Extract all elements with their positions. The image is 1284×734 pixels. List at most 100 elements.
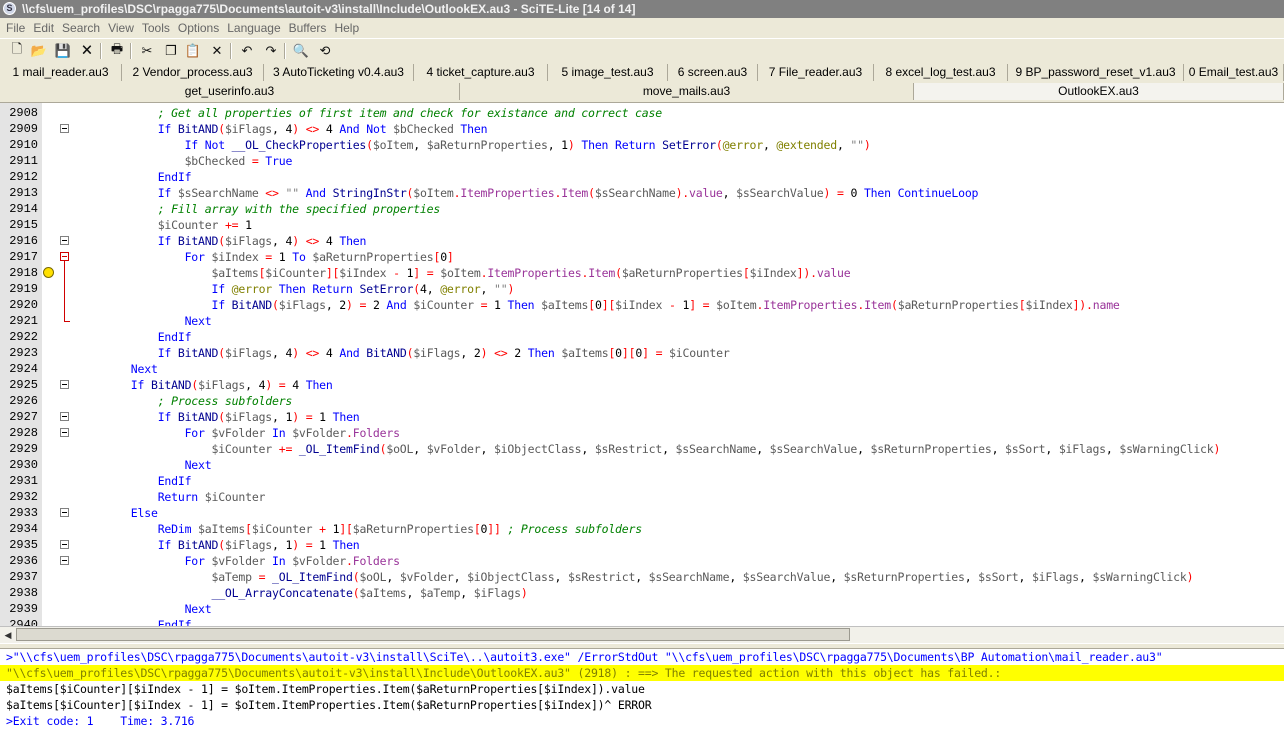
code-line[interactable]: 2920 If BitAND($iFlags, 2) = 2 And $iCou… xyxy=(0,297,1284,313)
new-file-icon[interactable]: 🗋 xyxy=(8,41,26,60)
line-number: 2919 xyxy=(9,282,38,296)
code-line[interactable]: 2924 Next xyxy=(0,361,1284,377)
print-icon[interactable]: 🖶 xyxy=(108,41,126,60)
code-line[interactable]: 2925 If BitAND($iFlags, 4) = 4 Then xyxy=(0,377,1284,393)
code-line[interactable]: 2921 Next xyxy=(0,313,1284,329)
copy-icon[interactable]: ❐ xyxy=(162,42,180,60)
code-line[interactable]: 2922 EndIf xyxy=(0,329,1284,345)
tab-7-file-reader-au3[interactable]: 7 File_reader.au3 xyxy=(758,64,874,81)
menu-edit[interactable]: Edit xyxy=(29,18,58,38)
code-line[interactable]: 2927 If BitAND($iFlags, 1) = 1 Then xyxy=(0,409,1284,425)
menu-file[interactable]: File xyxy=(0,18,29,38)
tab-5-image-test-au3[interactable]: 5 image_test.au3 xyxy=(548,64,668,81)
cut-icon[interactable]: ✂ xyxy=(138,42,156,60)
line-number: 2929 xyxy=(9,442,38,456)
error-marker-icon xyxy=(43,267,54,278)
code-editor[interactable]: 2908 ; Get all properties of first item … xyxy=(0,102,1284,627)
tab-1-mail-reader-au3[interactable]: 1 mail_reader.au3 xyxy=(0,64,122,81)
menu-buffers[interactable]: Buffers xyxy=(285,18,331,38)
code-line[interactable]: 2919 If @error Then Return SetError(4, @… xyxy=(0,281,1284,297)
fold-toggle-icon[interactable] xyxy=(60,540,69,549)
code-line[interactable]: 2935 If BitAND($iFlags, 1) = 1 Then xyxy=(0,537,1284,553)
code-line[interactable]: 2926 ; Process subfolders xyxy=(0,393,1284,409)
output-error-line: "\\cfs\uem_profiles\DSC\rpagga775\Docume… xyxy=(0,665,1284,681)
tab-row-2: get_userinfo.au3 move_mails.au3 OutlookEX.… xyxy=(0,83,1284,101)
delete-icon[interactable]: ✕ xyxy=(208,42,226,60)
fold-toggle-icon[interactable] xyxy=(60,236,69,245)
find-icon[interactable]: 🔍 xyxy=(292,42,310,60)
fold-toggle-icon[interactable] xyxy=(60,252,69,261)
code-line[interactable]: 2918 $aItems[$iCounter][$iIndex - 1] = $… xyxy=(0,265,1284,281)
code-line[interactable]: 2915 $iCounter += 1 xyxy=(0,217,1284,233)
code-text: If BitAND($iFlags, 1) = 1 Then xyxy=(157,538,360,552)
code-line[interactable]: 2936 For $vFolder In $vFolder.Folders xyxy=(0,553,1284,569)
code-line[interactable]: 2929 $iCounter += _OL_ItemFind($oOL, $vF… xyxy=(0,441,1284,457)
menu-view[interactable]: View xyxy=(104,18,138,38)
tab-3-autoticketing-v0-4-au3[interactable]: 3 AutoTicketing v0.4.au3 xyxy=(264,64,414,81)
line-number: 2908 xyxy=(9,106,38,120)
code-text: Next xyxy=(184,602,212,616)
code-line[interactable]: 2913 If $sSearchName <> "" And StringInS… xyxy=(0,185,1284,201)
code-line[interactable]: 2934 ReDim $aItems[$iCounter + 1][$aRetu… xyxy=(0,521,1284,537)
tab-4-ticket-capture-au3[interactable]: 4 ticket_capture.au3 xyxy=(414,64,548,81)
code-line[interactable]: 2933 Else xyxy=(0,505,1284,521)
paste-icon[interactable]: 📋 xyxy=(184,42,202,60)
fold-toggle-icon[interactable] xyxy=(60,412,69,421)
line-number: 2925 xyxy=(9,378,38,392)
menu-tools[interactable]: Tools xyxy=(138,18,174,38)
code-line[interactable]: 2931 EndIf xyxy=(0,473,1284,489)
output-pane[interactable]: >"\\cfs\uem_profiles\DSC\rpagga775\Docum… xyxy=(0,649,1284,734)
code-line[interactable]: 2916 If BitAND($iFlags, 4) <> 4 Then xyxy=(0,233,1284,249)
code-line[interactable]: 2909 If BitAND($iFlags, 4) <> 4 And Not … xyxy=(0,121,1284,137)
code-line[interactable]: 2939 Next xyxy=(0,601,1284,617)
code-line[interactable]: 2930 Next xyxy=(0,457,1284,473)
tab-6-screen-au3[interactable]: 6 screen.au3 xyxy=(668,64,758,81)
code-line[interactable]: 2923 If BitAND($iFlags, 4) <> 4 And BitA… xyxy=(0,345,1284,361)
fold-toggle-icon[interactable] xyxy=(60,380,69,389)
horizontal-scrollbar[interactable]: ◀ xyxy=(0,626,1284,643)
code-line[interactable]: 2912 EndIf xyxy=(0,169,1284,185)
replace-icon[interactable]: ⟲ xyxy=(316,42,334,60)
line-number: 2926 xyxy=(9,394,38,408)
undo-icon[interactable]: ↶ xyxy=(238,42,256,60)
code-line[interactable]: 2932 Return $iCounter xyxy=(0,489,1284,505)
tab-outlookex-au3[interactable]: OutlookEX.au3 xyxy=(914,83,1284,100)
code-line[interactable]: 2914 ; Fill array with the specified pro… xyxy=(0,201,1284,217)
tab-9-bp-password-reset-v1-au3[interactable]: 9 BP_password_reset_v1.au3 xyxy=(1008,64,1184,81)
menu-search[interactable]: Search xyxy=(58,18,104,38)
code-line[interactable]: 2938 __OL_ArrayConcatenate($aItems, $aTe… xyxy=(0,585,1284,601)
tab-get-userinfo-au3[interactable]: get_userinfo.au3 xyxy=(0,83,460,100)
menu-bar: File Edit Search View Tools Options Language Bu… xyxy=(0,18,1284,38)
code-line[interactable]: 2917 For $iIndex = 1 To $aReturnProperti… xyxy=(0,249,1284,265)
code-line[interactable]: 2908 ; Get all properties of first item … xyxy=(0,105,1284,121)
open-folder-icon[interactable]: 📂 xyxy=(30,42,48,60)
output-line: >"\\cfs\uem_profiles\DSC\rpagga775\Docum… xyxy=(6,650,1163,664)
menu-options[interactable]: Options xyxy=(174,18,223,38)
fold-toggle-icon[interactable] xyxy=(60,124,69,133)
line-number: 2920 xyxy=(9,298,38,312)
tab-move-mails-au3[interactable]: move_mails.au3 xyxy=(460,83,914,100)
tab-2-vendor-process-au3[interactable]: 2 Vendor_process.au3 xyxy=(122,64,264,81)
scroll-left-icon[interactable]: ◀ xyxy=(2,629,14,641)
line-number: 2935 xyxy=(9,538,38,552)
save-icon[interactable]: 💾 xyxy=(54,42,72,60)
code-line[interactable]: 2928 For $vFolder In $vFolder.Folders xyxy=(0,425,1284,441)
tab-0-email-test-au3[interactable]: 0 Email_test.au3 xyxy=(1184,64,1284,81)
scrollbar-thumb[interactable] xyxy=(16,628,850,641)
code-text: Next xyxy=(130,362,158,376)
line-number: 2931 xyxy=(9,474,38,488)
fold-toggle-icon[interactable] xyxy=(60,556,69,565)
menu-language[interactable]: Language xyxy=(223,18,284,38)
menu-help[interactable]: Help xyxy=(330,18,363,38)
line-number: 2927 xyxy=(9,410,38,424)
fold-toggle-icon[interactable] xyxy=(60,508,69,517)
code-text: If BitAND($iFlags, 4) <> 4 And Not $bChe… xyxy=(157,122,488,136)
code-line[interactable]: 2911 $bChecked = True xyxy=(0,153,1284,169)
fold-toggle-icon[interactable] xyxy=(60,428,69,437)
redo-icon[interactable]: ↷ xyxy=(262,42,280,60)
tab-8-excel-log-test-au3[interactable]: 8 excel_log_test.au3 xyxy=(874,64,1008,81)
close-file-icon[interactable]: 🗙 xyxy=(78,41,96,60)
code-line[interactable]: 2937 $aTemp = _OL_ItemFind($oOL, $vFolde… xyxy=(0,569,1284,585)
code-line[interactable]: 2910 If Not __OL_CheckProperties($oItem,… xyxy=(0,137,1284,153)
code-text: EndIf xyxy=(157,474,192,488)
